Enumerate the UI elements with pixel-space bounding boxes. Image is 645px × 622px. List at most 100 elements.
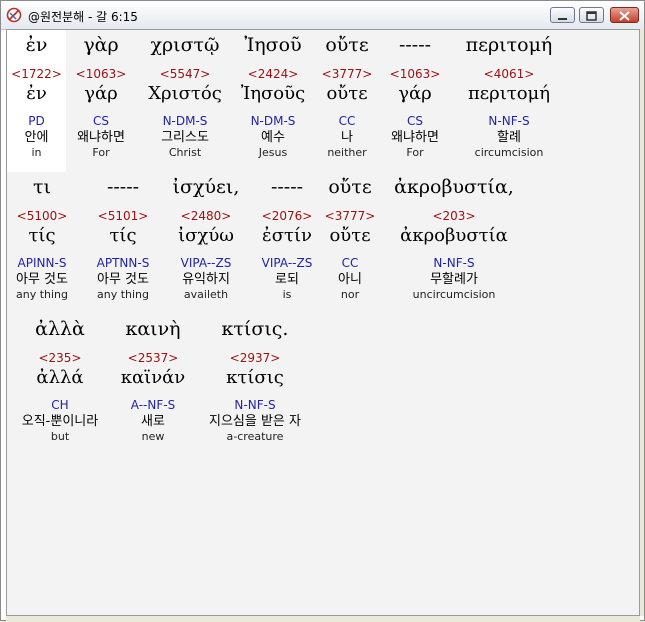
lemma-word: τίς [28,225,56,246]
strong-number[interactable]: <5100> [7,209,77,223]
minimize-icon [558,18,567,20]
english-gloss: neither [327,146,367,159]
korean-gloss: 오직-뿐이니라 [21,414,99,429]
english-gloss: For [92,146,110,159]
english-gloss: uncircumcision [412,288,496,301]
parse-code: N-NF-S [433,256,475,270]
close-button[interactable] [610,7,639,23]
parse-code: VIPA--ZS [180,256,232,270]
parse-code: VIPA--ZS [261,256,313,270]
english-gloss: new [141,430,165,443]
minimize-button[interactable] [550,7,575,23]
strong-number[interactable]: <2937> [197,351,313,365]
parse-code: CH [51,398,69,412]
word-column[interactable]: ἀλλὰ <235> ἀλλά CH 오직-뿐이니라 but [9,314,111,456]
lemma-word: ἰσχύω [178,225,234,246]
maximize-button[interactable] [579,7,604,23]
word-column[interactable]: χριστῷ <5547> Χριστός N-DM-S 그리스도 Christ [141,30,229,172]
word-column[interactable]: κτίσις. <2937> κτίσις N-NF-S 지으심을 받은 자 a… [197,314,313,456]
greek-word: οὔτε [325,34,369,56]
strong-number[interactable]: <3777> [321,209,379,223]
lemma-word: οὔτε [326,83,368,104]
verse-analysis-panel[interactable]: ἐν <1722> ἐν PD 안에 in γὰρ <1063> γάρ CS … [6,29,640,616]
app-logo-icon [6,7,22,23]
korean-gloss: 왜냐하면 [391,130,439,145]
window-title: @원전분해 - 갈 6:15 [28,10,138,24]
parse-code: A--NF-S [130,398,176,412]
greek-word: Ἰησοῦ [244,34,302,56]
word-column[interactable]: οὔτε <3777> οὔτε CC 아니 nor [321,172,379,314]
lemma-word: περιτομή [467,83,551,104]
strong-number[interactable]: <235> [9,351,111,365]
korean-gloss: 새로 [141,414,165,429]
strong-number[interactable]: <5101> [87,209,159,223]
word-column[interactable]: ἰσχύει, <2480> ἰσχύω VIPA--ZS 유익하지 avail… [159,172,253,314]
strong-number[interactable]: <2424> [229,67,317,81]
window-bottom-edge [6,616,640,622]
word-column[interactable]: ----- <1063> γάρ CS 왜냐하면 For [382,30,448,172]
word-column[interactable]: ----- <2076> ἐστίν VIPA--ZS 로되 is [253,172,321,314]
strong-number[interactable]: <1722> [7,67,66,81]
strong-number[interactable]: <4061> [448,67,570,81]
lemma-word: γάρ [398,83,432,104]
english-gloss: For [406,146,424,159]
english-gloss: in [31,146,42,159]
greek-word: ἐν [25,34,48,56]
english-gloss: Jesus [258,146,288,159]
strong-number[interactable]: <203> [387,209,521,223]
strong-number[interactable]: <1063> [66,67,136,81]
korean-gloss: 예수 [261,130,285,145]
parse-code: N-DM-S [250,114,296,128]
lemma-word: Χριστός [148,83,222,104]
parse-code: CC [338,114,356,128]
lemma-word: ἐν [26,83,47,104]
korean-gloss: 아무 것도 [97,272,149,287]
parse-code: CS [93,114,109,128]
english-gloss: any thing [15,288,68,301]
korean-gloss: 아니 [338,272,362,287]
word-column[interactable]: ἐν <1722> ἐν PD 안에 in [7,30,66,172]
lemma-word: ἀκροβυστία [400,225,508,246]
parse-code: APTNN-S [96,256,150,270]
parse-code: N-NF-S [488,114,530,128]
korean-gloss: 아무 것도 [16,272,68,287]
close-icon [619,11,630,21]
word-column[interactable]: καινὴ <2537> καϊνάν A--NF-S 새로 new [111,314,195,456]
english-gloss: a-creature [226,430,284,443]
strong-number[interactable]: <3777> [317,67,377,81]
word-column[interactable]: ----- <5101> τίς APTNN-S 아무 것도 any thing [87,172,159,314]
parse-code: APINN-S [17,256,67,270]
strong-number[interactable]: <1063> [382,67,448,81]
maximize-icon [586,11,597,21]
greek-word: ----- [106,176,140,198]
english-gloss: any thing [96,288,149,301]
lemma-word: κτίσις [226,367,284,388]
word-column[interactable]: τι <5100> τίς APINN-S 아무 것도 any thing [7,172,77,314]
title-bar[interactable]: @원전분해 - 갈 6:15 [1,1,644,30]
lemma-word: ἐστίν [262,225,312,246]
word-column[interactable]: ἀκροβυστία, <203> ἀκροβυστία N-NF-S 무할례가… [387,172,521,314]
word-column[interactable]: οὔτε <3777> οὔτε CC 나 neither [317,30,377,172]
strong-number[interactable]: <2537> [111,351,195,365]
english-gloss: but [50,430,70,443]
greek-word: κτίσις. [221,318,289,340]
korean-gloss: 유익하지 [182,272,230,287]
word-column[interactable]: περιτομή <4061> περιτομή N-NF-S 할례 circu… [448,30,570,172]
english-gloss: is [282,288,292,301]
english-gloss: nor [340,288,360,301]
word-column[interactable]: Ἰησοῦ <2424> Ἰησοῦς N-DM-S 예수 Jesus [229,30,317,172]
lemma-word: καϊνάν [120,367,186,388]
greek-word: ἀλλὰ [35,318,85,340]
greek-word: χριστῷ [150,34,220,56]
korean-gloss: 안에 [24,130,49,145]
word-column[interactable]: γὰρ <1063> γάρ CS 왜냐하면 For [66,30,136,172]
strong-number[interactable]: <2076> [253,209,321,223]
strong-number[interactable]: <2480> [159,209,253,223]
app-window: @원전분해 - 갈 6:15 ἐν <1722> ἐν PD 안에 in γὰρ… [0,0,645,622]
window-right-edge [640,29,644,616]
korean-gloss: 할례 [497,130,521,145]
strong-number[interactable]: <5547> [141,67,229,81]
lemma-word: ἀλλά [36,367,84,388]
greek-word: γὰρ [83,34,119,56]
greek-word: ἀκροβυστία, [394,176,514,198]
